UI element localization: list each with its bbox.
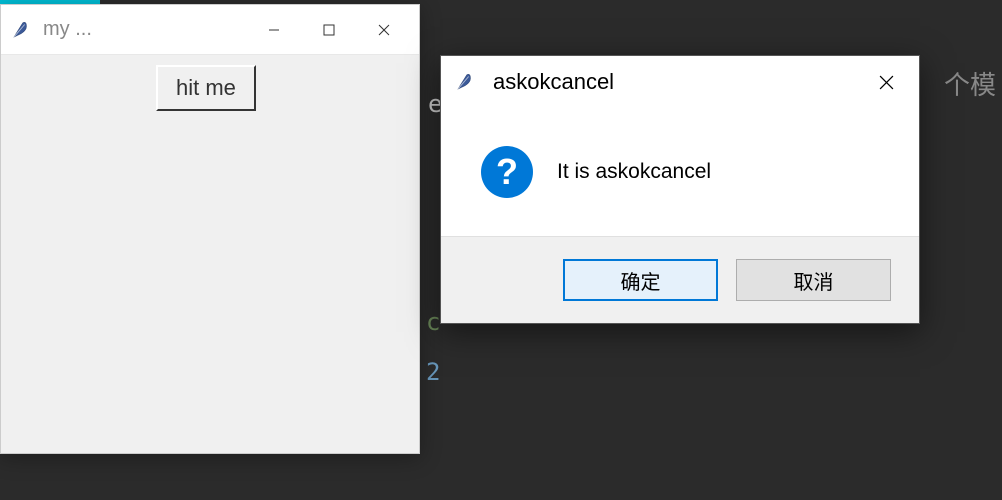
- bg-code-text: 2: [426, 358, 440, 386]
- main-titlebar[interactable]: my ...: [1, 5, 419, 55]
- dialog-close-button[interactable]: [861, 58, 911, 106]
- bg-code-text: c: [426, 308, 440, 336]
- ok-button[interactable]: 确定: [563, 259, 718, 301]
- dialog-titlebar[interactable]: askokcancel: [441, 56, 919, 108]
- bg-code-text: 个模: [944, 65, 996, 102]
- dialog-button-row: 确定 取消: [441, 236, 919, 323]
- hit-me-button[interactable]: hit me: [156, 65, 256, 111]
- main-window: my ... hit me: [0, 4, 420, 454]
- main-window-title: my ...: [43, 18, 246, 41]
- minimize-button[interactable]: [246, 6, 301, 54]
- askokcancel-dialog: askokcancel ? It is askokcancel 确定 取消: [440, 55, 920, 324]
- tk-feather-icon: [453, 70, 477, 94]
- window-controls: [246, 6, 411, 54]
- close-button[interactable]: [356, 6, 411, 54]
- main-window-body: hit me: [1, 55, 419, 453]
- dialog-body: ? It is askokcancel: [441, 108, 919, 236]
- dialog-message: It is askokcancel: [557, 160, 711, 184]
- tk-feather-icon: [9, 18, 33, 42]
- maximize-button[interactable]: [301, 6, 356, 54]
- cancel-button[interactable]: 取消: [736, 259, 891, 301]
- question-icon: ?: [481, 146, 533, 198]
- dialog-title: askokcancel: [493, 69, 861, 95]
